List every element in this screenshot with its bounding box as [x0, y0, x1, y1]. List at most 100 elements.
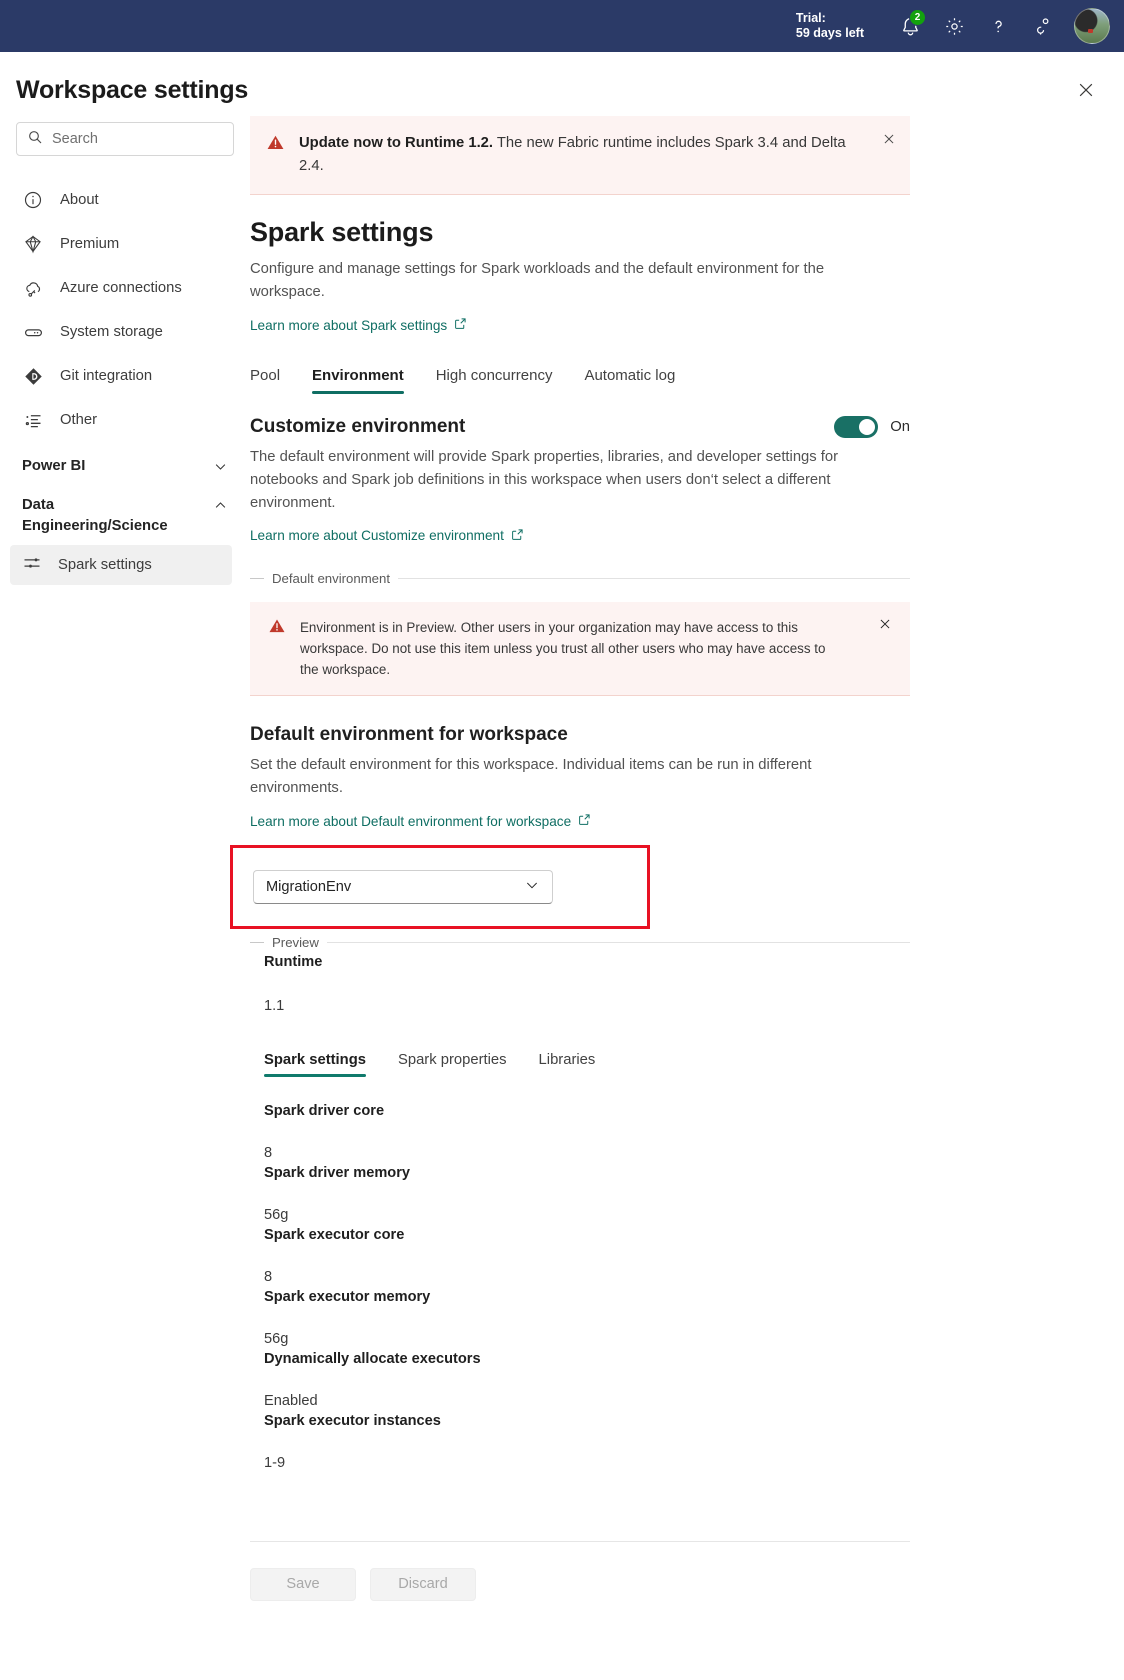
spark-properties-list: Spark driver core 8 Spark driver memory … [250, 1103, 910, 1471]
learn-more-customize-environment-link[interactable]: Learn more about Customize environment [250, 528, 524, 544]
default-environment-highlight: MigrationEnv [230, 844, 650, 929]
trial-status: Trial: 59 days left [796, 11, 864, 41]
notification-count-badge: 2 [909, 9, 926, 26]
divider-line [326, 941, 910, 943]
property-value: Enabled [264, 1392, 318, 1409]
link-label: Learn more about Customize environment [250, 528, 504, 543]
link-label: Learn more about Spark settings [250, 317, 448, 333]
discard-button[interactable]: Discard [370, 1567, 476, 1601]
page-title: Workspace settings [16, 75, 249, 104]
chevron-down-icon [213, 456, 228, 481]
save-button[interactable]: Save [250, 1567, 356, 1601]
settings-button[interactable] [932, 4, 976, 48]
customize-environment-title: Customize environment [250, 415, 466, 437]
section-title: Spark settings [250, 217, 434, 247]
notifications-button[interactable]: 2 [888, 4, 932, 48]
search-icon [27, 129, 43, 150]
property-name: Spark executor instances [264, 1412, 441, 1429]
divider-dash [250, 941, 264, 943]
chevron-down-icon [524, 877, 540, 897]
chevron-up-icon [213, 495, 228, 520]
alert-strong-text: Update now to Runtime 1.2. [299, 135, 494, 151]
footer-actions: Save Discard [250, 1542, 910, 1601]
sidebar-item-about[interactable]: About [0, 178, 250, 222]
alert-text: Update now to Runtime 1.2. The new Fabri… [299, 132, 892, 178]
default-environment-description: Set the default environment for this wor… [250, 757, 812, 796]
tab-pool[interactable]: Pool [250, 361, 296, 394]
settings-sidebar: About Premium Azure connections [0, 116, 250, 585]
trial-label: Trial: [795, 11, 826, 25]
sidebar-item-azure-connections[interactable]: Azure connections [0, 266, 250, 310]
dismiss-alert-icon[interactable] [878, 128, 900, 150]
external-link-icon [578, 813, 591, 829]
property-name: Spark driver memory [264, 1164, 411, 1181]
tab-environment[interactable]: Environment [296, 361, 420, 394]
info-icon [22, 189, 44, 211]
toggle-knob [859, 418, 876, 435]
preview-alert-text: Environment is in Preview. Other users i… [300, 620, 826, 677]
preview-warning-alert: Environment is in Preview. Other users i… [250, 602, 910, 696]
tab-spark-properties[interactable]: Spark properties [382, 1048, 523, 1077]
default-environment-section: Default environment for workspace Set th… [250, 724, 910, 831]
sidebar-item-system-storage[interactable]: System storage [0, 310, 250, 354]
property-value: 8 [264, 1268, 273, 1285]
tab-automatic-log[interactable]: Automatic log [568, 361, 691, 394]
default-environment-selected-value: MigrationEnv [266, 878, 352, 895]
sidebar-item-label: Spark settings [58, 557, 152, 573]
learn-more-spark-settings-link[interactable]: Learn more about Spark settings [250, 317, 467, 333]
sidebar-item-label: Premium [60, 236, 120, 252]
property-name: Spark executor core [264, 1226, 405, 1243]
sidebar-group-label: Data Engineering/Science [22, 497, 168, 534]
close-icon[interactable] [1070, 74, 1102, 106]
sidebar-item-label: Other [60, 412, 98, 428]
trial-days-left: 59 days left [795, 26, 864, 40]
sidebar-item-label: Azure connections [60, 280, 182, 296]
default-environment-title: Default environment for workspace [250, 724, 568, 745]
property-name: Spark driver core [264, 1102, 385, 1119]
external-link-icon [511, 528, 524, 544]
page-header: Workspace settings [0, 52, 1124, 116]
git-icon [22, 365, 44, 387]
learn-more-default-environment-link[interactable]: Learn more about Default environment for… [250, 813, 591, 829]
sidebar-item-git-integration[interactable]: Git integration [0, 354, 250, 398]
property-value: 1-9 [264, 1454, 286, 1471]
sidebar-group-data-engineering[interactable]: Data Engineering/Science [0, 481, 250, 537]
feedback-button[interactable] [1020, 4, 1064, 48]
spark-settings-tabs: Pool Environment High concurrency Automa… [250, 361, 910, 394]
top-app-bar: Trial: 59 days left 2 [0, 0, 1124, 52]
tab-spark-settings[interactable]: Spark settings [264, 1048, 382, 1077]
default-environment-select[interactable]: MigrationEnv [253, 869, 553, 904]
user-avatar[interactable] [1074, 8, 1110, 44]
sidebar-item-other[interactable]: Other [0, 398, 250, 442]
cloud-connection-icon [22, 277, 44, 299]
search-input[interactable] [52, 131, 223, 147]
tab-high-concurrency[interactable]: High concurrency [420, 361, 569, 394]
preview-divider: Preview [250, 935, 910, 950]
sidebar-item-premium[interactable]: Premium [0, 222, 250, 266]
diamond-icon [22, 233, 44, 255]
warning-icon [268, 617, 286, 640]
warning-icon [266, 133, 285, 157]
sidebar-item-spark-settings[interactable]: Spark settings [10, 545, 232, 585]
sliders-icon [22, 553, 42, 577]
customize-environment-description: The default environment will provide Spa… [250, 448, 839, 511]
storage-icon [22, 321, 44, 343]
customize-environment-row: Customize environment On [250, 415, 910, 438]
property-name: Spark executor memory [264, 1288, 431, 1305]
runtime-value: 1.1 [264, 997, 285, 1014]
customize-environment-toggle[interactable] [834, 415, 879, 438]
divider-label: Default environment [272, 571, 391, 586]
sidebar-group-power-bi[interactable]: Power BI [0, 442, 250, 481]
help-button[interactable] [976, 4, 1020, 48]
page-body: About Premium Azure connections [0, 116, 1124, 1601]
search-box[interactable] [16, 122, 234, 156]
external-link-icon [454, 317, 467, 333]
link-label: Learn more about Default environment for… [250, 813, 572, 829]
dismiss-preview-alert-icon[interactable] [878, 617, 892, 636]
list-icon [22, 409, 44, 431]
tab-libraries[interactable]: Libraries [523, 1048, 612, 1077]
divider-line [398, 578, 910, 579]
property-value: 56g [264, 1330, 289, 1347]
runtime-update-alert: Update now to Runtime 1.2. The new Fabri… [250, 116, 910, 195]
sidebar-item-label: System storage [60, 324, 163, 340]
